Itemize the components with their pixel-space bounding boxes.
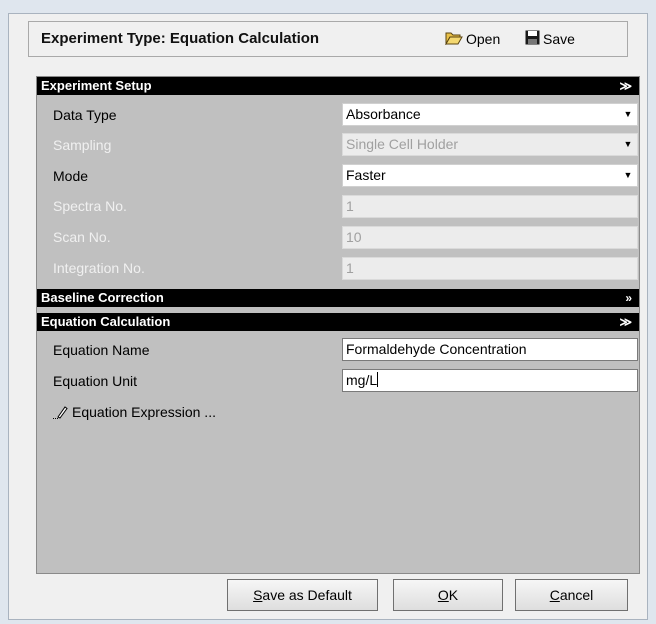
equation-expression-link[interactable]: Equation Expression ... (53, 398, 216, 426)
spectra-no-label: Spectra No. (53, 198, 127, 214)
equation-name-label: Equation Name (53, 342, 150, 358)
sampling-select: Single Cell Holder ▼ (342, 133, 638, 156)
scan-no-label: Scan No. (53, 229, 111, 245)
sampling-value: Single Cell Holder (346, 136, 459, 152)
text-caret (377, 372, 379, 387)
data-type-value: Absorbance (346, 106, 421, 122)
cancel-button[interactable]: Cancel (515, 579, 628, 611)
equation-unit-value: mg/L (346, 372, 378, 388)
mode-label: Mode (53, 168, 89, 184)
ok-button[interactable]: OK (393, 579, 503, 611)
dropdown-arrow-icon[interactable]: ▼ (619, 165, 637, 186)
equation-unit-input[interactable]: mg/L (342, 369, 638, 392)
expand-chevron-icon[interactable]: » (625, 289, 632, 307)
spectra-no-field: 1 (342, 195, 638, 218)
collapse-chevron-icon[interactable]: ≫ (619, 77, 632, 95)
section-title: Baseline Correction (41, 290, 164, 305)
save-as-default-button[interactable]: Save as Default (227, 579, 378, 611)
save-label: Save (543, 31, 575, 47)
dialog-footer: Save as Default OK Cancel (36, 574, 640, 619)
scan-no-field: 10 (342, 226, 638, 249)
open-button[interactable]: Open (445, 22, 500, 57)
button-label: K (448, 587, 459, 603)
dropdown-arrow-icon: ▼ (623, 139, 633, 149)
mode-value: Faster (346, 167, 386, 183)
settings-panel: Experiment Setup ≫ Data Type Absorbance … (36, 76, 640, 574)
section-title: Equation Calculation (41, 314, 171, 329)
data-type-label: Data Type (53, 107, 117, 123)
section-equation-calculation[interactable]: Equation Calculation ≫ (37, 313, 639, 331)
integration-no-field: 1 (342, 257, 638, 280)
dialog-header: Experiment Type: Equation Calculation Op… (28, 21, 628, 57)
section-baseline-correction[interactable]: Baseline Correction » (37, 289, 639, 307)
data-type-select[interactable]: Absorbance ▼ (342, 103, 638, 126)
integration-no-label: Integration No. (53, 260, 145, 276)
equation-expression-label: Equation Expression ... (72, 404, 216, 420)
mode-select[interactable]: Faster ▼ (342, 164, 638, 187)
collapse-chevron-icon[interactable]: ≫ (619, 313, 632, 331)
floppy-disk-icon (525, 23, 540, 57)
mnemonic: O (437, 587, 449, 603)
mnemonic: C (549, 587, 560, 603)
experiment-type-title: Experiment Type: Equation Calculation (41, 30, 320, 47)
folder-open-icon (445, 23, 463, 57)
sampling-label: Sampling (53, 137, 112, 153)
save-button[interactable]: Save (525, 22, 575, 57)
button-label: ave as Default (262, 587, 352, 603)
equation-unit-label: Equation Unit (53, 373, 138, 389)
open-label: Open (466, 31, 501, 47)
button-label: ancel (559, 587, 594, 603)
equation-name-input[interactable]: Formaldehyde Concentration (342, 338, 638, 361)
dropdown-arrow-icon[interactable]: ▼ (619, 104, 637, 125)
section-title: Experiment Setup (41, 78, 152, 93)
pencil-icon (53, 400, 69, 428)
section-experiment-setup[interactable]: Experiment Setup ≫ (37, 77, 639, 95)
